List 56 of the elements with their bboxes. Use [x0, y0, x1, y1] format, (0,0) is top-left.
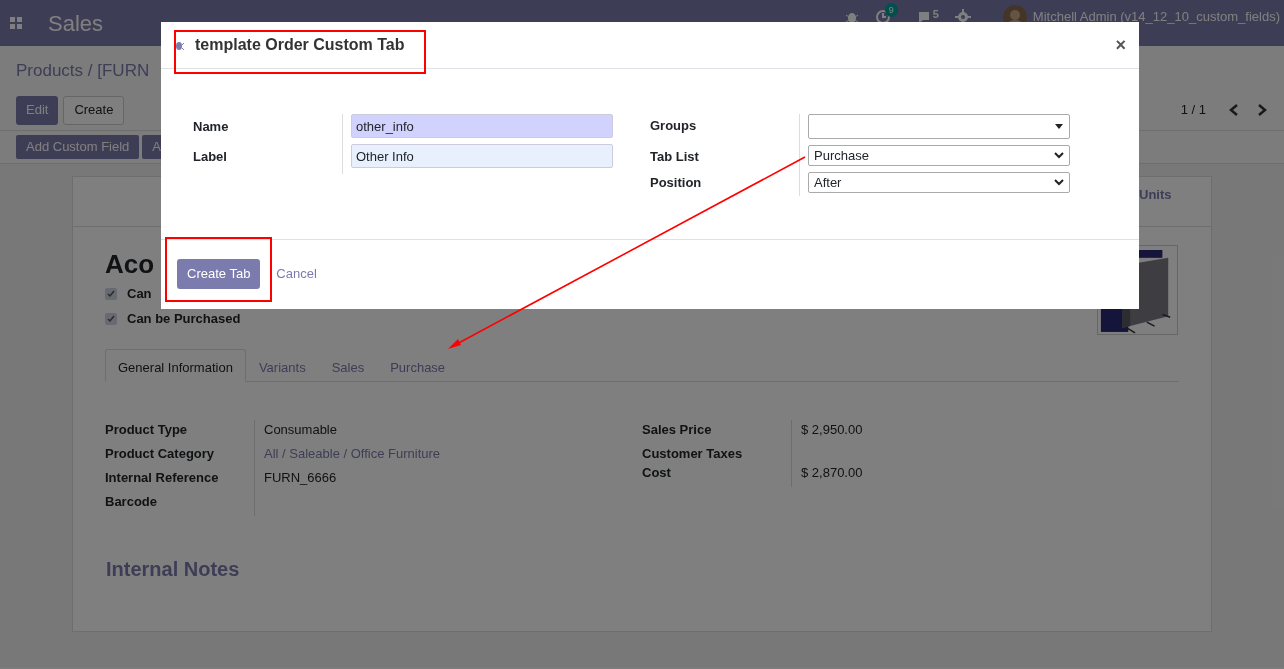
message-count: 5 [932, 7, 939, 22]
field-label: Product Category [105, 445, 216, 463]
chat-icon[interactable] [916, 10, 931, 24]
stat-button[interactable]: Units [1139, 177, 1211, 226]
edit-button[interactable]: Edit [16, 95, 59, 125]
bug-icon [173, 39, 185, 51]
field-value: FURN_6666 [264, 470, 337, 485]
field-value: $ 2,870.00 [801, 465, 863, 480]
product-title: Aco [105, 248, 155, 281]
field-label: Barcode [105, 493, 159, 511]
create-tab-button[interactable]: Create Tab [177, 259, 261, 289]
bug-icon[interactable] [844, 10, 859, 24]
select-field[interactable]: After [808, 172, 1070, 193]
activity-count-badge: 9 [884, 3, 898, 17]
tab[interactable]: Sales [318, 349, 378, 381]
create-button[interactable]: Create [63, 95, 125, 125]
text-field[interactable]: other_info [351, 114, 613, 138]
close-button[interactable]: × [1115, 31, 1126, 59]
field-label: Cost [642, 464, 672, 482]
breadcrumb[interactable]: Products / [FURN [16, 58, 150, 90]
chevron-icon [1054, 179, 1064, 186]
field-value: Consumable [264, 422, 337, 437]
custom-action-button[interactable]: Add Custom Field [16, 135, 140, 159]
apps-menu-icon[interactable] [10, 17, 22, 29]
tab[interactable]: General Information [105, 349, 246, 382]
section-heading: Internal Notes [105, 557, 241, 582]
field-label: Customer Taxes [642, 445, 744, 463]
dropdown-field[interactable] [808, 114, 1070, 139]
clock-icon[interactable] [874, 9, 891, 25]
tab[interactable]: Variants [245, 349, 319, 381]
tab[interactable]: Purchase [377, 349, 459, 381]
field-label: Name [193, 118, 230, 136]
previous-icon[interactable] [1228, 103, 1240, 117]
field-label: Tab List [650, 148, 700, 166]
next-icon[interactable] [1256, 103, 1268, 117]
field-value: $ 2,950.00 [801, 422, 863, 437]
field-label: Product Type [105, 421, 189, 439]
checkbox-label: Can [127, 284, 152, 303]
text-field[interactable]: Other Info [351, 144, 613, 168]
user-name[interactable]: Mitchell Admin (v14_12_10_custom_fields) [1032, 7, 1280, 27]
category-link[interactable]: All / Saleable / Office Furniture [264, 446, 441, 461]
app-title[interactable]: Sales [48, 6, 161, 40]
field-label: Label [193, 148, 228, 166]
caret-icon [1055, 124, 1063, 129]
cancel-link[interactable]: Cancel [276, 264, 317, 284]
select-field[interactable]: Purchase [808, 145, 1070, 166]
checkbox-label: Can be Purchased [127, 309, 241, 328]
field-label: Position [650, 174, 703, 192]
checkbox[interactable] [105, 312, 117, 325]
field-label: Internal Reference [105, 469, 220, 487]
field-label: Sales Price [642, 421, 713, 439]
field-label: Groups [650, 117, 698, 135]
dialog-title: template Order Custom Tab [195, 35, 405, 55]
chevron-icon [1054, 152, 1064, 159]
pager: 1 / 1 [1180, 101, 1206, 120]
checkbox[interactable] [105, 287, 117, 300]
